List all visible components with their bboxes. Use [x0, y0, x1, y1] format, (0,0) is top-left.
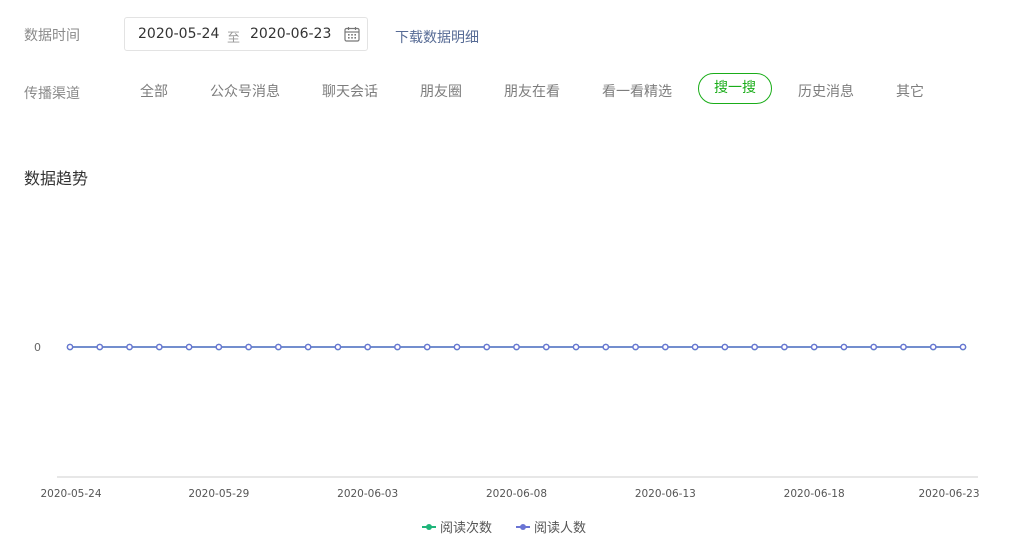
x-tick-label: 2020-06-18	[784, 488, 845, 500]
series-read-users-point	[483, 343, 491, 351]
channel-history[interactable]: 历史消息	[798, 81, 854, 101]
series-read-users-point	[364, 343, 371, 351]
series-read-users-point	[126, 343, 133, 351]
legend-read-users[interactable]: 阅读人数	[516, 517, 586, 536]
series-read-users-point	[900, 343, 907, 351]
series-read-users-point	[602, 343, 610, 351]
download-data-link[interactable]: 下载数据明细	[395, 27, 479, 47]
series-read-users-point	[275, 343, 282, 351]
channel-official-messages[interactable]: 公众号消息	[210, 81, 280, 101]
series-read-users-point	[751, 343, 758, 351]
channel-all[interactable]: 全部	[140, 81, 168, 101]
series-read-users-point	[662, 343, 669, 351]
channel-top-stories[interactable]: 看一看精选	[602, 81, 672, 101]
date-end[interactable]: 2020-06-23	[250, 26, 331, 42]
trend-chart: 0 2020-05-24 2020-05-29 2020-06-03 2020-06-0…	[34, 341, 980, 500]
series-read-users-point	[513, 343, 520, 351]
series-read-users-point	[781, 343, 788, 351]
series-read-users-point	[632, 343, 639, 351]
series-read-users-point	[185, 343, 193, 351]
date-separator: 至	[227, 31, 241, 46]
series-read-users-point	[929, 343, 937, 351]
series-read-users-point	[721, 343, 729, 351]
series-read-users-point	[453, 343, 461, 351]
x-tick-label: 2020-06-08	[486, 488, 547, 500]
section-title: 数据趋势	[24, 169, 89, 188]
legend-read-count[interactable]: 阅读次数	[422, 517, 492, 536]
channel-filter-label: 传播渠道	[24, 86, 80, 102]
channel-other[interactable]: 其它	[896, 81, 924, 101]
series-read-users-point	[66, 343, 74, 351]
series-read-users-point	[840, 343, 848, 351]
series-read-users-point	[155, 343, 163, 351]
x-tick-label: 2020-05-24	[40, 488, 101, 500]
legend-read-users-marker	[516, 522, 530, 532]
channel-moments[interactable]: 朋友圈	[420, 81, 462, 101]
series-read-users-point	[691, 343, 699, 351]
series-read-users-point	[394, 343, 401, 351]
calendar-icon[interactable]	[344, 26, 360, 42]
channel-chat[interactable]: 聊天会话	[322, 81, 378, 101]
date-range-picker[interactable]: 2020-05-24 至 2020-06-23	[124, 17, 368, 51]
channel-friends-watching[interactable]: 朋友在看	[504, 81, 560, 101]
date-start[interactable]: 2020-05-24	[138, 26, 219, 42]
y-tick-label: 0	[34, 341, 41, 354]
legend-read-users-label: 阅读人数	[534, 521, 587, 536]
x-tick-label: 2020-06-23	[918, 488, 979, 500]
legend-read-count-label: 阅读次数	[440, 521, 493, 536]
series-read-users-point	[572, 343, 580, 351]
series-read-users-point	[304, 343, 312, 351]
series-read-users-point	[810, 343, 818, 351]
x-tick-label: 2020-06-13	[635, 488, 696, 500]
x-tick-label: 2020-05-29	[188, 488, 249, 500]
series-read-users-point	[334, 343, 342, 351]
series-read-users-point	[870, 343, 878, 351]
series-read-users-point	[215, 343, 223, 351]
series-read-users-point	[96, 343, 104, 351]
legend-read-count-marker	[422, 522, 436, 532]
date-filter-label: 数据时间	[24, 28, 80, 44]
series-read-users-point	[423, 343, 431, 351]
series-read-users-point	[245, 343, 252, 351]
channel-search[interactable]: 搜一搜	[698, 73, 772, 104]
series-read-users-point	[959, 343, 967, 351]
x-tick-label: 2020-06-03	[337, 488, 398, 500]
series-read-users-point	[542, 343, 550, 351]
